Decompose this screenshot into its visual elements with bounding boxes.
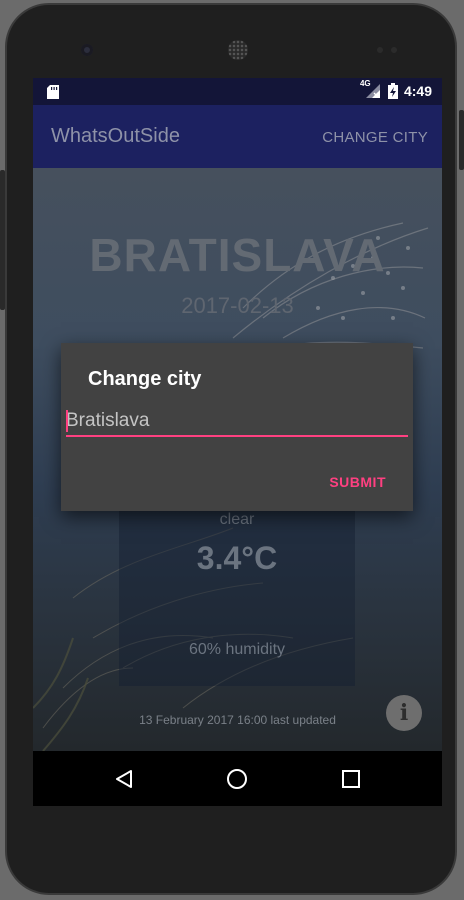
light-sensor — [391, 47, 397, 53]
navigation-bar — [33, 751, 442, 806]
recents-icon — [342, 769, 360, 788]
dialog-title: Change city — [88, 368, 202, 390]
humidity: 60% humidity — [188, 641, 286, 658]
home-icon — [227, 768, 247, 789]
change-city-button[interactable]: CHANGE CITY — [322, 129, 428, 146]
app-title: WhatsOutSide — [51, 125, 180, 147]
info-icon[interactable]: i — [386, 695, 422, 731]
earpiece-speaker — [228, 40, 248, 60]
weather-card — [119, 508, 355, 686]
back-button[interactable] — [94, 751, 154, 806]
submit-button[interactable]: SUBMIT — [329, 474, 386, 490]
last-updated: 13 February 2017 16:00 last updated — [139, 713, 336, 727]
device-screen: 4G 4:49 WhatsOutSide CHANGE CITY BRATISL… — [33, 78, 442, 806]
home-button[interactable] — [207, 751, 267, 806]
volume-buttons — [0, 170, 5, 310]
status-time: 4:49 — [403, 83, 432, 99]
temperature: 3.4°C — [196, 540, 278, 576]
proximity-sensor — [377, 47, 383, 53]
sd-card-icon — [47, 85, 59, 99]
battery-charging-icon — [387, 83, 398, 99]
change-city-dialog: Change city SUBMIT — [61, 343, 413, 511]
front-camera — [81, 44, 93, 56]
cell-signal-icon: 4G — [360, 79, 382, 100]
text-cursor — [66, 410, 68, 432]
app-bar: WhatsOutSide CHANGE CITY — [33, 105, 442, 168]
city-name: BRATISLAVA — [89, 229, 386, 281]
status-bar: 4G 4:49 — [33, 78, 442, 105]
recents-button[interactable] — [321, 751, 381, 806]
weather-description: clear — [219, 511, 255, 528]
power-button — [459, 110, 464, 170]
back-icon — [116, 769, 132, 788]
weather-date: 2017-02-13 — [181, 293, 294, 318]
phone-frame: 4G 4:49 WhatsOutSide CHANGE CITY BRATISL… — [5, 3, 457, 895]
city-input[interactable] — [66, 407, 408, 437]
